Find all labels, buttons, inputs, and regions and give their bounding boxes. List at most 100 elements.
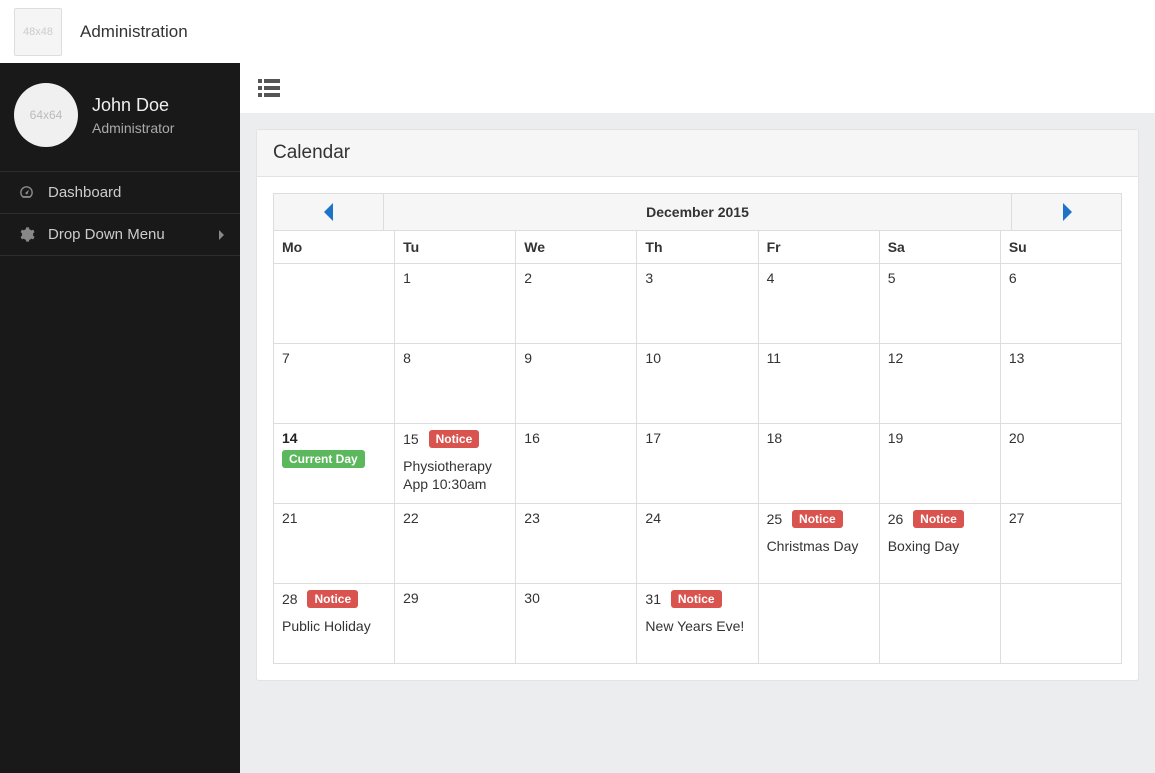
calendar-cell[interactable]: 10 (637, 344, 758, 424)
calendar-cell[interactable]: 29 (395, 584, 516, 664)
user-role: Administrator (92, 120, 174, 136)
calendar-cell[interactable]: 6 (1000, 264, 1121, 344)
calendar-cell[interactable]: 1 (395, 264, 516, 344)
calendar-cell[interactable]: 21 (274, 504, 395, 584)
calendar-cell[interactable]: 28 Notice Public Holiday (274, 584, 395, 664)
topbar: 48x48 Administration (0, 0, 1155, 63)
notice-badge: Notice (913, 510, 964, 528)
app-title: Administration (80, 22, 188, 42)
dow-su: Su (1000, 231, 1121, 264)
calendar-cell[interactable]: 4 (758, 264, 879, 344)
profile-block: 64x64 John Doe Administrator (0, 63, 240, 171)
calendar-table: Mo Tu We Th Fr Sa Su (273, 230, 1122, 664)
day-number: 1 (403, 270, 507, 286)
dow-fr: Fr (758, 231, 879, 264)
calendar-cell[interactable]: 12 (879, 344, 1000, 424)
day-number: 28 (282, 591, 298, 607)
event-text: Physiotherapy App 10:30am (403, 457, 507, 493)
calendar-cell[interactable]: 27 (1000, 504, 1121, 584)
day-number: 6 (1009, 270, 1113, 286)
calendar-cell[interactable]: 3 (637, 264, 758, 344)
day-number: 12 (888, 350, 992, 366)
event-text: Boxing Day (888, 537, 992, 555)
day-number: 11 (767, 350, 871, 366)
gear-icon (16, 226, 36, 243)
day-number: 23 (524, 510, 628, 526)
dow-tu: Tu (395, 231, 516, 264)
calendar-header: December 2015 (273, 193, 1122, 230)
calendar-cell[interactable]: 2 (516, 264, 637, 344)
calendar-cell[interactable]: 30 (516, 584, 637, 664)
day-number: 20 (1009, 430, 1113, 446)
day-number: 15 (403, 431, 419, 447)
day-number: 4 (767, 270, 871, 286)
day-number: 21 (282, 510, 386, 526)
calendar-cell[interactable] (758, 584, 879, 664)
day-number: 30 (524, 590, 628, 606)
day-number: 27 (1009, 510, 1113, 526)
chevron-right-icon (218, 229, 226, 241)
day-number: 5 (888, 270, 992, 286)
day-number: 22 (403, 510, 507, 526)
calendar-cell[interactable]: 18 (758, 424, 879, 504)
calendar-cell[interactable]: 23 (516, 504, 637, 584)
calendar-prev-button[interactable] (274, 194, 384, 230)
dow-mo: Mo (274, 231, 395, 264)
calendar-cell[interactable]: 9 (516, 344, 637, 424)
event-text: New Years Eve! (645, 617, 749, 635)
day-number: 24 (645, 510, 749, 526)
day-number: 8 (403, 350, 507, 366)
calendar-cell[interactable]: 16 (516, 424, 637, 504)
notice-badge: Notice (671, 590, 722, 608)
day-number: 31 (645, 591, 661, 607)
calendar-month-title: December 2015 (384, 194, 1011, 230)
calendar-cell[interactable]: 31 Notice New Years Eve! (637, 584, 758, 664)
day-number: 10 (645, 350, 749, 366)
current-day-badge: Current Day (282, 450, 365, 468)
day-number: 13 (1009, 350, 1113, 366)
calendar-cell[interactable]: 22 (395, 504, 516, 584)
sidebar-item-label: Dashboard (48, 184, 121, 201)
calendar-cell-today[interactable]: 14 Current Day (274, 424, 395, 504)
day-number: 17 (645, 430, 749, 446)
calendar-cell[interactable] (1000, 584, 1121, 664)
day-number: 3 (645, 270, 749, 286)
panel-title: Calendar (257, 130, 1138, 177)
toolbar (240, 63, 1155, 113)
calendar-cell[interactable]: 19 (879, 424, 1000, 504)
calendar-cell[interactable]: 24 (637, 504, 758, 584)
calendar-cell[interactable]: 15 Notice Physiotherapy App 10:30am (395, 424, 516, 504)
dow-th: Th (637, 231, 758, 264)
logo-placeholder: 48x48 (14, 8, 62, 56)
event-text: Christmas Day (767, 537, 871, 555)
dow-we: We (516, 231, 637, 264)
dashboard-icon (16, 184, 36, 201)
menu-toggle-icon[interactable] (258, 79, 280, 97)
calendar-cell[interactable]: 8 (395, 344, 516, 424)
sidebar-nav: Dashboard Drop Down Menu (0, 171, 240, 256)
calendar-cell[interactable]: 11 (758, 344, 879, 424)
calendar-cell[interactable]: 7 (274, 344, 395, 424)
sidebar-item-label: Drop Down Menu (48, 226, 165, 243)
day-number: 16 (524, 430, 628, 446)
calendar-cell[interactable]: 20 (1000, 424, 1121, 504)
day-number: 26 (888, 511, 904, 527)
calendar-next-button[interactable] (1011, 194, 1121, 230)
sidebar-item-dropdown[interactable]: Drop Down Menu (0, 214, 240, 255)
calendar-cell[interactable]: 25 Notice Christmas Day (758, 504, 879, 584)
notice-badge: Notice (307, 590, 358, 608)
notice-badge: Notice (792, 510, 843, 528)
calendar-cell[interactable] (274, 264, 395, 344)
user-name: John Doe (92, 95, 174, 116)
calendar-cell[interactable] (879, 584, 1000, 664)
sidebar-item-dashboard[interactable]: Dashboard (0, 172, 240, 213)
calendar-cell[interactable]: 5 (879, 264, 1000, 344)
calendar-cell[interactable]: 26 Notice Boxing Day (879, 504, 1000, 584)
calendar-cell[interactable]: 17 (637, 424, 758, 504)
dow-sa: Sa (879, 231, 1000, 264)
calendar-panel: Calendar December 2015 (256, 129, 1139, 681)
calendar-cell[interactable]: 13 (1000, 344, 1121, 424)
day-number: 9 (524, 350, 628, 366)
day-number: 2 (524, 270, 628, 286)
avatar: 64x64 (14, 83, 78, 147)
